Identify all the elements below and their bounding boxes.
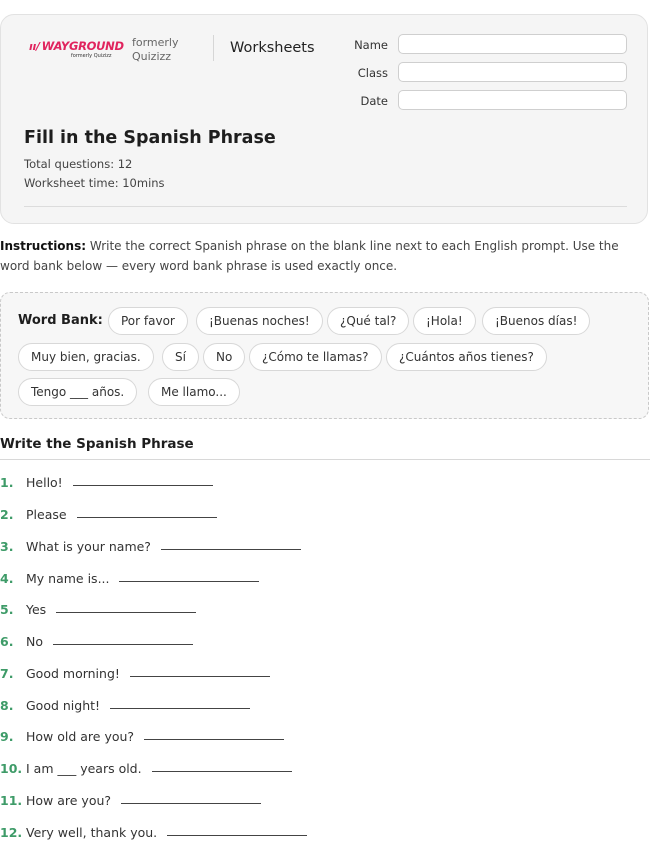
word-bank-chip[interactable]: ¡Buenas noches! xyxy=(196,307,323,335)
formerly-line2: Quizizz xyxy=(132,50,172,63)
word-bank-chip[interactable]: Sí xyxy=(162,343,199,371)
word-bank: Word Bank: Por favor ¡Buenas noches! ¿Qu… xyxy=(0,292,649,419)
question-number: 10. xyxy=(0,761,23,776)
question-item: 8. Good night! xyxy=(0,693,251,713)
answer-line[interactable] xyxy=(53,643,193,645)
answer-line[interactable] xyxy=(76,516,217,518)
word-bank-chip[interactable]: ¡Buenos días! xyxy=(482,307,591,335)
section-rule xyxy=(0,459,650,460)
worksheets-label: Worksheets xyxy=(230,40,315,56)
answer-line[interactable] xyxy=(144,738,285,740)
question-item: 3. What is your name? xyxy=(0,534,301,554)
answer-line[interactable] xyxy=(151,770,292,772)
question-item: 1. Hello! xyxy=(0,470,213,490)
question-item: 4. My name is... xyxy=(0,566,260,586)
name-label: Name xyxy=(354,38,388,52)
question-item: 11. How are you? xyxy=(0,788,262,808)
formerly-line1: formerly xyxy=(132,36,179,49)
question-prompt: My name is... xyxy=(26,571,110,586)
question-prompt: What is your name? xyxy=(26,539,151,554)
question-prompt: Good night! xyxy=(26,698,101,713)
question-prompt: Very well, thank you. xyxy=(26,825,158,840)
instructions-text: Write the correct Spanish phrase on the … xyxy=(0,239,619,273)
header-rule xyxy=(24,206,627,207)
name-field[interactable] xyxy=(398,34,627,54)
word-bank-title: Word Bank: xyxy=(18,313,103,328)
question-item: 9. How old are you? xyxy=(0,724,285,744)
question-item: 6. No xyxy=(0,629,193,649)
answer-line[interactable] xyxy=(129,675,270,677)
class-label: Class xyxy=(357,66,388,80)
question-prompt: Good morning! xyxy=(26,666,120,681)
question-prompt: I am ___ years old. xyxy=(26,761,142,776)
question-number: 9. xyxy=(0,729,14,744)
question-prompt: Yes xyxy=(26,602,47,617)
word-bank-chip[interactable]: ¿Qué tal? xyxy=(327,307,410,335)
answer-line[interactable] xyxy=(56,611,197,613)
question-item: 5. Yes xyxy=(0,597,197,617)
question-prompt: No xyxy=(26,634,43,649)
section-title: Write the Spanish Phrase xyxy=(0,436,194,452)
word-bank-chip[interactable]: No xyxy=(203,343,246,371)
question-number: 6. xyxy=(0,634,14,649)
question-prompt: How old are you? xyxy=(26,729,135,744)
total-questions: Total questions: 12 xyxy=(24,157,133,171)
worksheet-title: Fill in the Spanish Phrase xyxy=(24,128,276,148)
question-item: 10. I am ___ years old. xyxy=(0,756,292,776)
question-number: 1. xyxy=(0,475,14,490)
word-bank-chip[interactable]: ¡Hola! xyxy=(413,307,476,335)
wayground-logo-icon: ıı/ xyxy=(29,39,40,53)
word-bank-chip[interactable]: Tengo ___ años. xyxy=(18,378,138,406)
word-bank-chip[interactable]: ¿Cuántos años tienes? xyxy=(386,343,547,371)
question-number: 5. xyxy=(0,602,14,617)
answer-line[interactable] xyxy=(121,802,262,804)
question-prompt: How are you? xyxy=(26,793,112,808)
question-number: 4. xyxy=(0,571,14,586)
class-field[interactable] xyxy=(398,62,627,82)
question-number: 3. xyxy=(0,539,14,554)
word-bank-chip[interactable]: Muy bien, gracias. xyxy=(18,343,154,371)
answer-line[interactable] xyxy=(160,548,301,550)
question-item: 12. Very well, thank you. xyxy=(0,820,308,840)
wayground-logo: ıı/ WAYGROUND formerly Quizizz xyxy=(29,39,124,59)
logo-subtext: formerly Quizizz xyxy=(71,53,112,59)
question-prompt: Please xyxy=(26,507,67,522)
question-number: 2. xyxy=(0,507,14,522)
answer-line[interactable] xyxy=(72,484,213,486)
worksheet-time: Worksheet time: 10mins xyxy=(24,176,165,190)
formerly-quizizz: formerly Quizizz xyxy=(132,36,179,64)
question-number: 7. xyxy=(0,666,14,681)
word-bank-chip[interactable]: Me llamo... xyxy=(148,378,240,406)
logo-text: WAYGROUND xyxy=(41,39,124,53)
answer-line[interactable] xyxy=(119,580,260,582)
question-item: 7. Good morning! xyxy=(0,661,270,681)
worksheet-header: ıı/ WAYGROUND formerly Quizizz formerly … xyxy=(0,14,648,224)
date-field[interactable] xyxy=(398,90,627,110)
question-number: 11. xyxy=(0,793,23,808)
answer-line[interactable] xyxy=(167,834,308,836)
question-number: 8. xyxy=(0,698,14,713)
question-prompt: Hello! xyxy=(26,475,63,490)
date-label: Date xyxy=(360,94,389,108)
question-item: 2. Please xyxy=(0,502,217,522)
instructions-lead: Instructions: xyxy=(0,239,87,253)
word-bank-chip[interactable]: ¿Cómo te llamas? xyxy=(249,343,382,371)
question-number: 12. xyxy=(0,825,23,840)
header-divider xyxy=(213,35,214,61)
instructions: Instructions: Write the correct Spanish … xyxy=(0,236,640,276)
word-bank-chip[interactable]: Por favor xyxy=(108,307,188,335)
answer-line[interactable] xyxy=(110,707,251,709)
